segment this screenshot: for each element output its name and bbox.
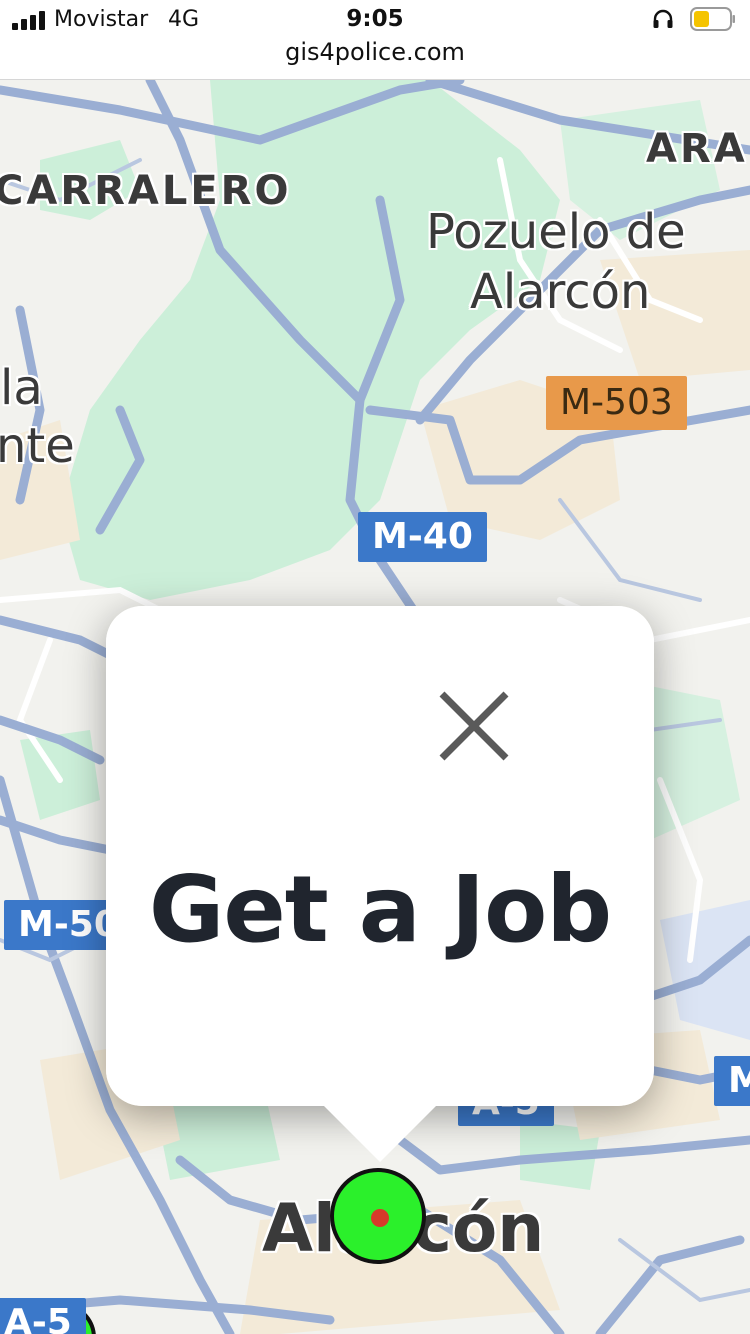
address-bar-url[interactable]: gis4police.com — [0, 38, 750, 66]
place-label-la: la — [0, 360, 43, 416]
road-shield-m40: M-40 — [358, 512, 487, 562]
info-popup: Get a Job — [106, 606, 654, 1106]
marker-center-dot — [371, 1209, 389, 1227]
status-bar: Movistar 4G 9:05 gis4police.com — [0, 0, 750, 80]
place-label-aravaca: ARA — [646, 126, 748, 172]
road-shield-m-right: M — [714, 1056, 750, 1106]
popup-title[interactable]: Get a Job — [106, 856, 654, 963]
battery-icon — [690, 7, 735, 31]
headphones-icon — [653, 9, 673, 28]
popup-pointer — [322, 1104, 438, 1162]
place-label-pozuelo-line1: Pozuelo de — [426, 204, 686, 260]
road-shield-m503: M-503 — [546, 376, 687, 430]
place-label-carralero: CARRALERO — [0, 168, 292, 214]
road-shield-a5-left: A-5 — [0, 1298, 86, 1334]
place-label-nte: nte — [0, 418, 75, 474]
close-icon[interactable] — [436, 688, 512, 764]
location-marker-icon[interactable] — [330, 1168, 426, 1264]
clock: 9:05 — [346, 6, 404, 32]
place-label-pozuelo-line2: Alarcón — [470, 264, 651, 320]
